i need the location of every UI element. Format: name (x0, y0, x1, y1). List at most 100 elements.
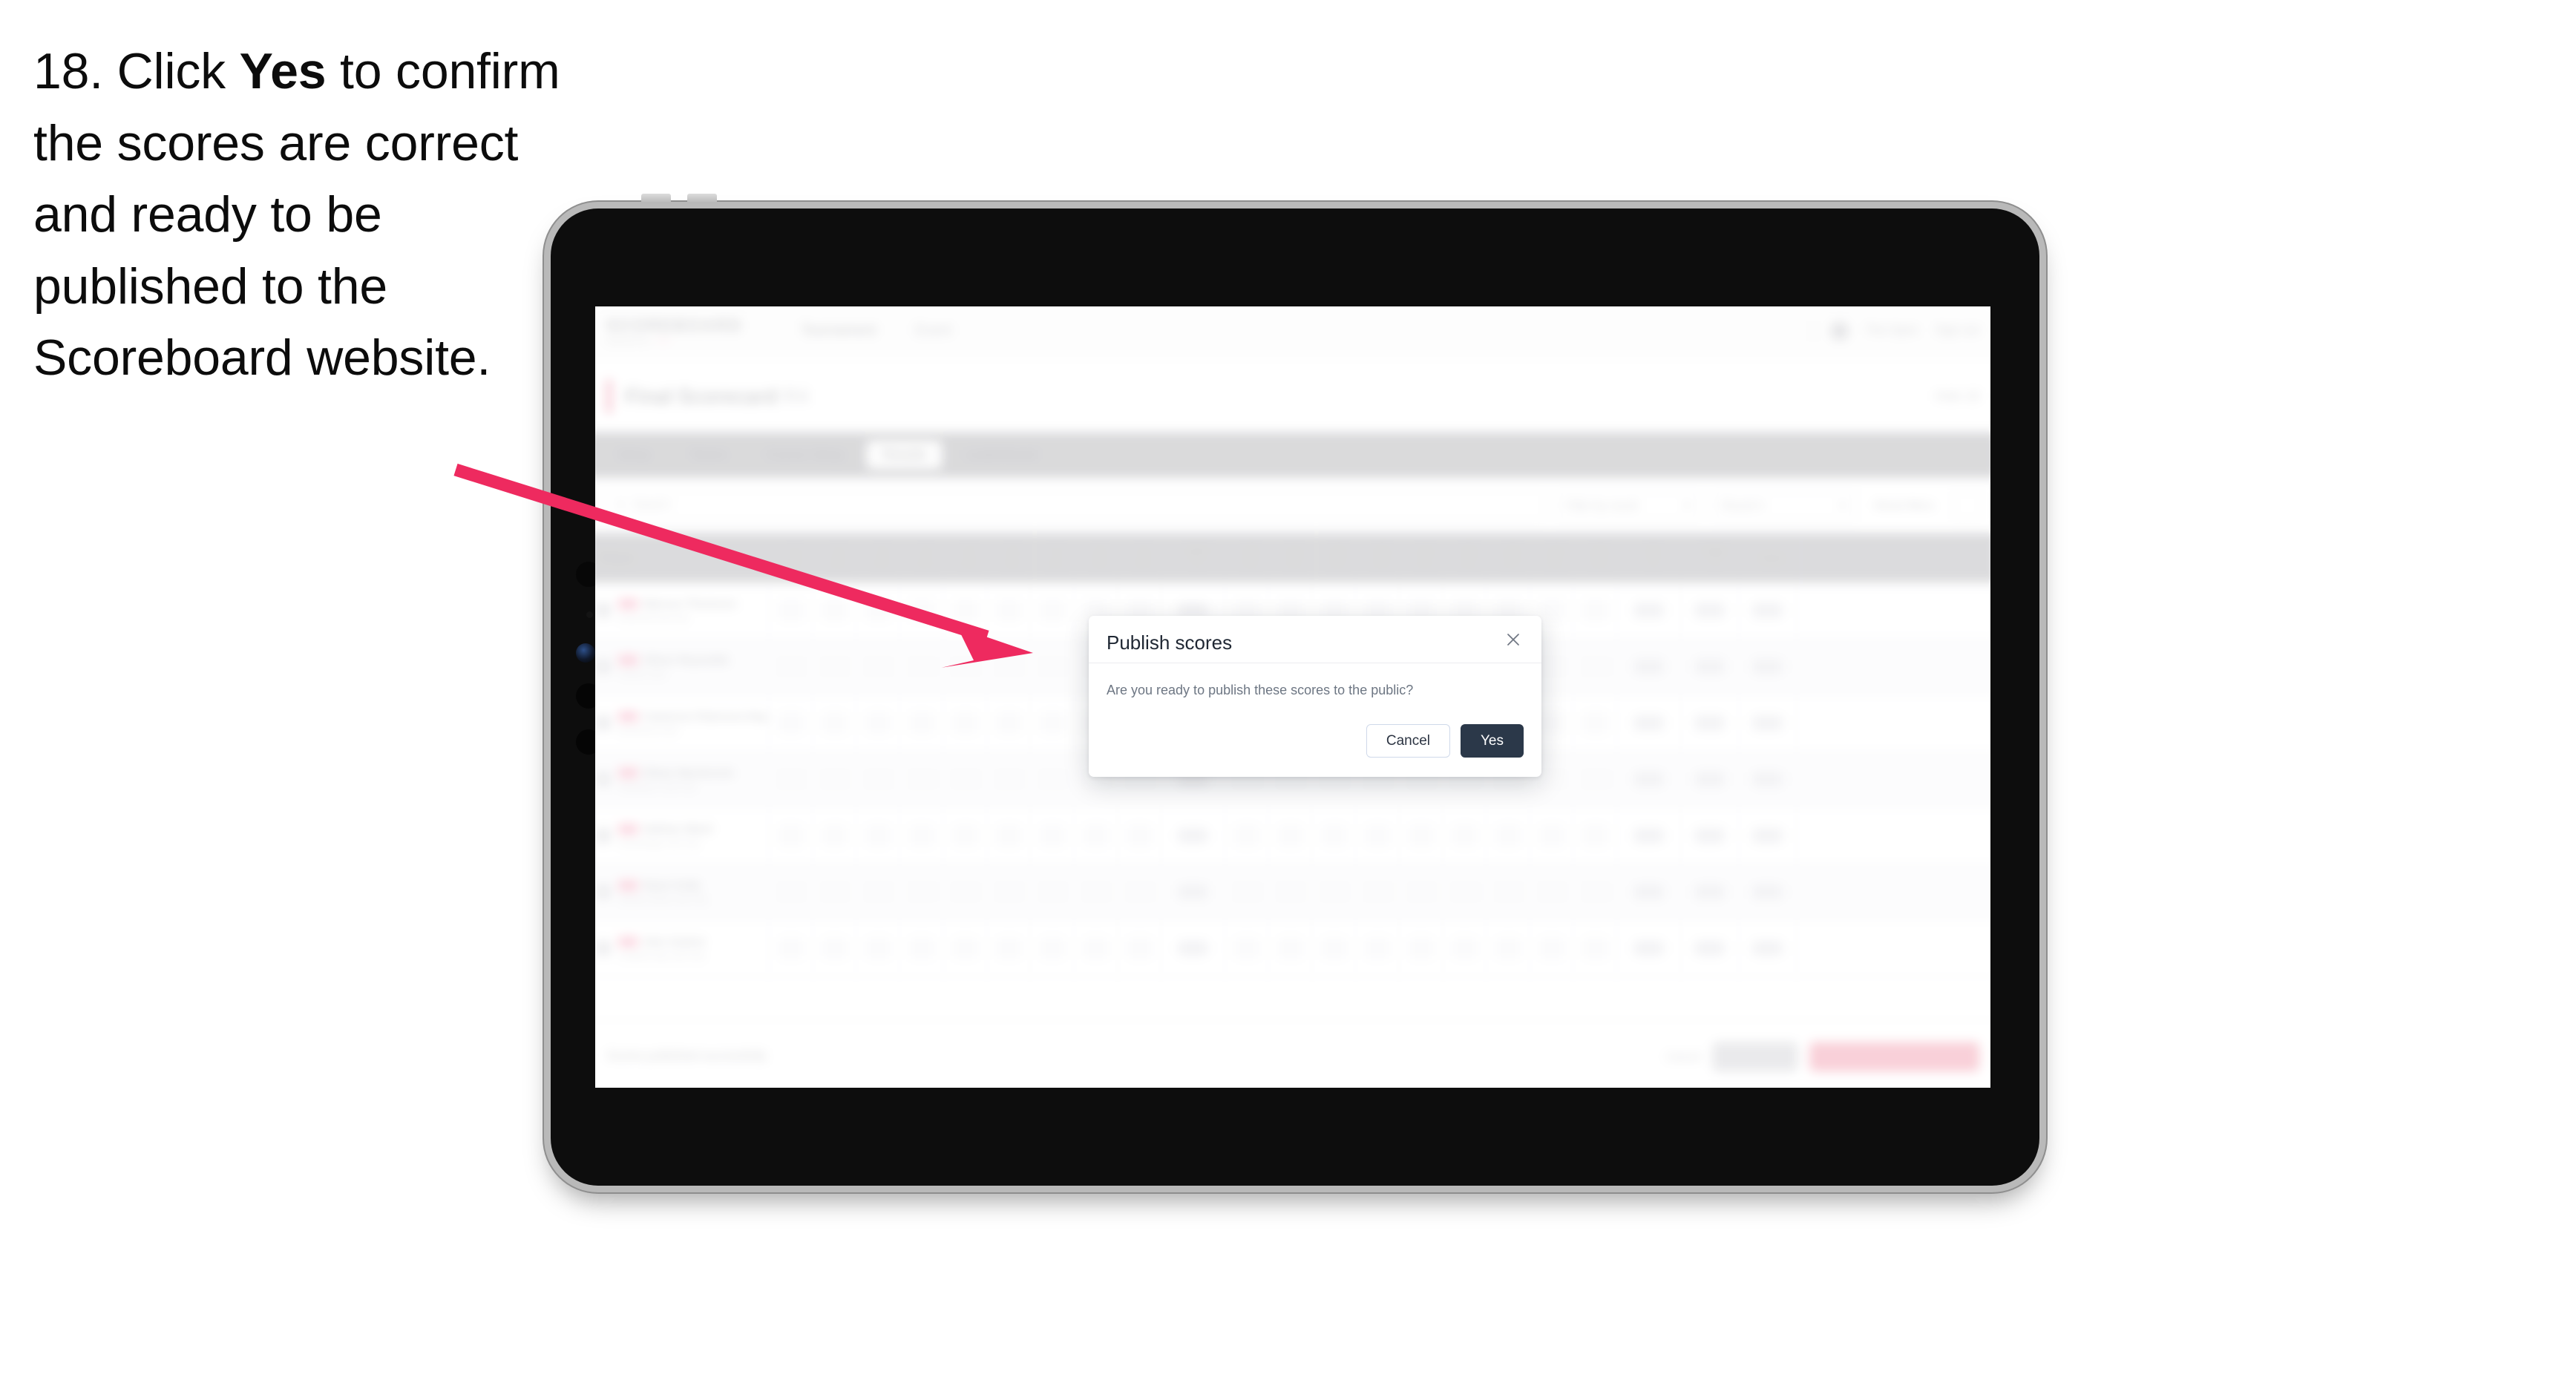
score-input[interactable] (1582, 936, 1608, 960)
filter-round-select[interactable]: Filter by round ▾ (1556, 490, 1700, 521)
bottom-publish-button[interactable]: Publish scores to public (1809, 1042, 1979, 1071)
score-input[interactable] (1452, 824, 1478, 847)
score-input[interactable] (1408, 824, 1434, 847)
table-col-header[interactable]: 2 Par 4 (817, 533, 862, 583)
score-input[interactable] (865, 712, 891, 735)
search-input[interactable]: ⚲ Search (605, 490, 1544, 521)
score-input[interactable] (1039, 712, 1065, 735)
score-input[interactable] (908, 768, 934, 791)
score-input[interactable] (908, 880, 934, 904)
table-col-header[interactable]: 9 Par 5 (1122, 533, 1166, 583)
table-col-header[interactable]: 16 Par 3 (1491, 533, 1535, 583)
score-input[interactable] (1582, 655, 1608, 678)
cancel-button[interactable]: Cancel (1366, 723, 1450, 758)
score-input[interactable] (1495, 880, 1521, 904)
tab-teams[interactable]: Teams (673, 441, 744, 469)
settings-icon[interactable] (1953, 491, 1981, 519)
score-input[interactable] (1538, 768, 1564, 791)
score-input[interactable] (1126, 824, 1153, 847)
score-input[interactable] (1582, 712, 1608, 735)
score-input[interactable] (1320, 936, 1347, 960)
table-col-header[interactable]: 13 Par 5 (1360, 533, 1404, 583)
score-input[interactable] (1277, 880, 1303, 904)
row-checkbox[interactable] (595, 828, 612, 844)
score-input[interactable] (1233, 880, 1259, 904)
score-input[interactable] (778, 712, 804, 735)
table-col-header[interactable]: 11 Par 3 (1274, 533, 1317, 583)
score-input[interactable] (1538, 655, 1564, 678)
score-input[interactable] (1039, 655, 1065, 678)
score-input[interactable] (952, 936, 978, 960)
score-input[interactable] (1538, 599, 1564, 622)
score-input[interactable] (952, 599, 978, 622)
table-col-header[interactable]: 4 Par 5 (905, 533, 948, 583)
score-input[interactable] (778, 599, 804, 622)
score-input[interactable] (1320, 824, 1347, 847)
score-input[interactable] (908, 712, 934, 735)
filter-status-select[interactable]: Round 4 ▾ (1711, 490, 1855, 521)
score-input[interactable] (1408, 880, 1434, 904)
score-input[interactable] (1495, 824, 1521, 847)
score-input[interactable] (995, 936, 1022, 960)
yes-button[interactable]: Yes (1461, 723, 1524, 758)
bottom-cancel-button[interactable]: Cancel (1665, 1050, 1700, 1063)
score-input[interactable] (952, 824, 978, 847)
score-input[interactable] (995, 712, 1022, 735)
score-input[interactable] (1277, 824, 1303, 847)
volume-down-button[interactable] (687, 194, 717, 203)
score-input[interactable] (821, 936, 848, 960)
score-input[interactable] (778, 768, 804, 791)
table-col-header[interactable]: 5 Par 4 (948, 533, 992, 583)
score-input[interactable] (1582, 880, 1608, 904)
tab-results[interactable]: Results (866, 440, 943, 470)
table-col-header[interactable]: 8 Par 4 (1079, 533, 1123, 583)
score-input[interactable] (908, 599, 934, 622)
score-input[interactable] (1364, 936, 1391, 960)
score-input[interactable] (1083, 880, 1109, 904)
close-icon[interactable] (1503, 629, 1524, 650)
table-col-header[interactable]: Player (595, 533, 774, 583)
app-logo[interactable]: SCOREBOARD (606, 317, 742, 333)
score-input[interactable] (821, 768, 848, 791)
score-input[interactable] (865, 880, 891, 904)
table-col-header[interactable]: 10 Par 4 (1230, 533, 1274, 583)
row-checkbox[interactable] (595, 715, 612, 731)
tab-setup[interactable]: Setup (600, 441, 666, 469)
table-col-header[interactable]: 6 Par 4 (992, 533, 1035, 583)
score-input[interactable] (778, 824, 804, 847)
tab-course-setup[interactable]: Course Setup (750, 441, 861, 469)
volume-up-button[interactable] (641, 194, 671, 203)
table-col-header[interactable]: 18 Par 5 (1579, 533, 1622, 583)
score-input[interactable] (952, 768, 978, 791)
score-input[interactable] (821, 880, 848, 904)
table-col-header[interactable]: Score (1743, 533, 1802, 583)
table-col-header[interactable]: 15 Par 4 (1447, 533, 1492, 583)
score-input[interactable] (1126, 936, 1153, 960)
topbar-account-label[interactable]: The Open (1865, 324, 1918, 338)
score-input[interactable] (821, 712, 848, 735)
score-input[interactable] (1452, 936, 1478, 960)
score-input[interactable] (1233, 824, 1259, 847)
table-col-header[interactable]: 7 Par 3 (1035, 533, 1079, 583)
score-input[interactable] (908, 824, 934, 847)
score-input[interactable] (1582, 768, 1608, 791)
row-checkbox[interactable] (595, 772, 612, 787)
score-input[interactable] (1083, 824, 1109, 847)
avatar[interactable] (1830, 322, 1849, 341)
table-col-header[interactable]: Total 72 (1685, 533, 1744, 583)
table-col-header[interactable]: 14 Par 4 (1404, 533, 1448, 583)
score-input[interactable] (865, 599, 891, 622)
row-checkbox[interactable] (595, 940, 612, 956)
score-input[interactable] (1538, 824, 1564, 847)
score-input[interactable] (865, 768, 891, 791)
score-input[interactable] (1538, 880, 1564, 904)
score-input[interactable] (1039, 599, 1065, 622)
bottom-save-button[interactable]: Save all (1712, 1042, 1798, 1071)
score-input[interactable] (1277, 936, 1303, 960)
table-col-header[interactable]: 12 Par 4 (1317, 533, 1361, 583)
topbar-signout-label[interactable]: Sign out (1936, 324, 1979, 338)
score-input[interactable] (995, 655, 1022, 678)
score-input[interactable] (1039, 824, 1065, 847)
score-input[interactable] (821, 824, 848, 847)
score-input[interactable] (1083, 936, 1109, 960)
